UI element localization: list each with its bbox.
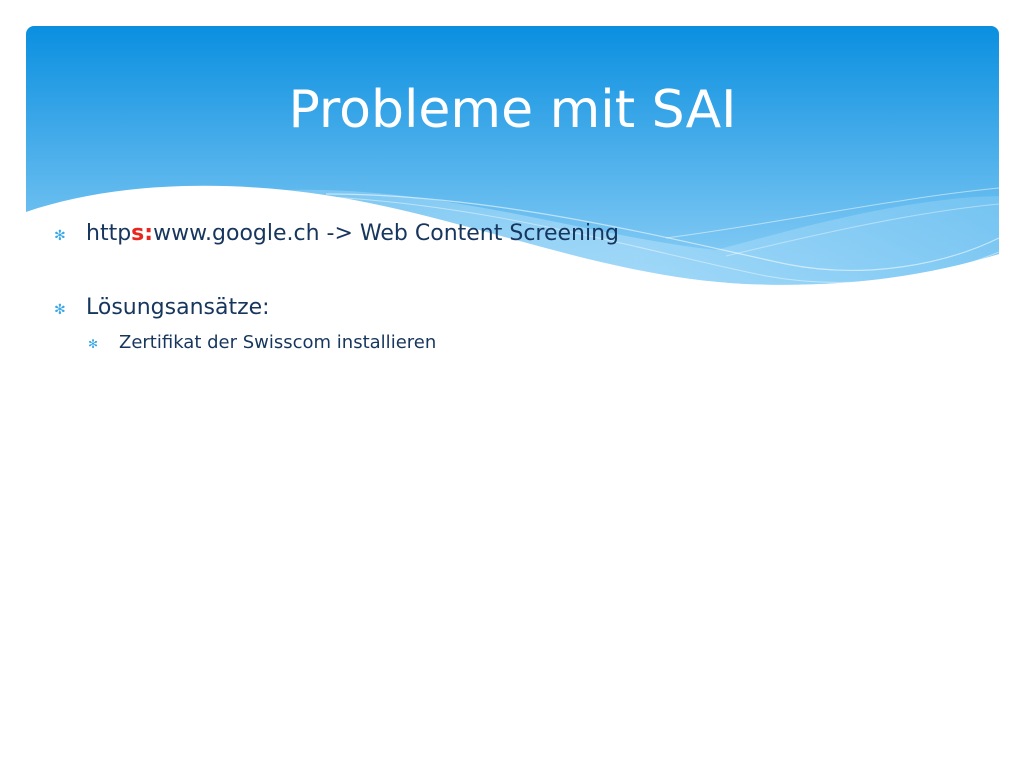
sub-list-item-text: Zertifikat der Swisscom installieren — [119, 332, 437, 353]
list-item-text: Lösungsansätze: — [86, 295, 270, 320]
slide: Probleme mit SAI ✻ http s: www.google.ch -… — [0, 0, 1024, 768]
sub-list-item: ✻ Zertifikat der Swisscom installieren — [88, 331, 436, 356]
asterisk-bullet-icon: ✻ — [88, 337, 99, 351]
slide-title: Probleme mit SAI — [288, 80, 737, 140]
asterisk-bullet-icon: ✻ — [54, 302, 66, 318]
list-item: ✻ Lösungsansätze: — [54, 294, 270, 324]
header-banner: Probleme mit SAI — [26, 26, 999, 296]
wave-background — [26, 26, 999, 285]
